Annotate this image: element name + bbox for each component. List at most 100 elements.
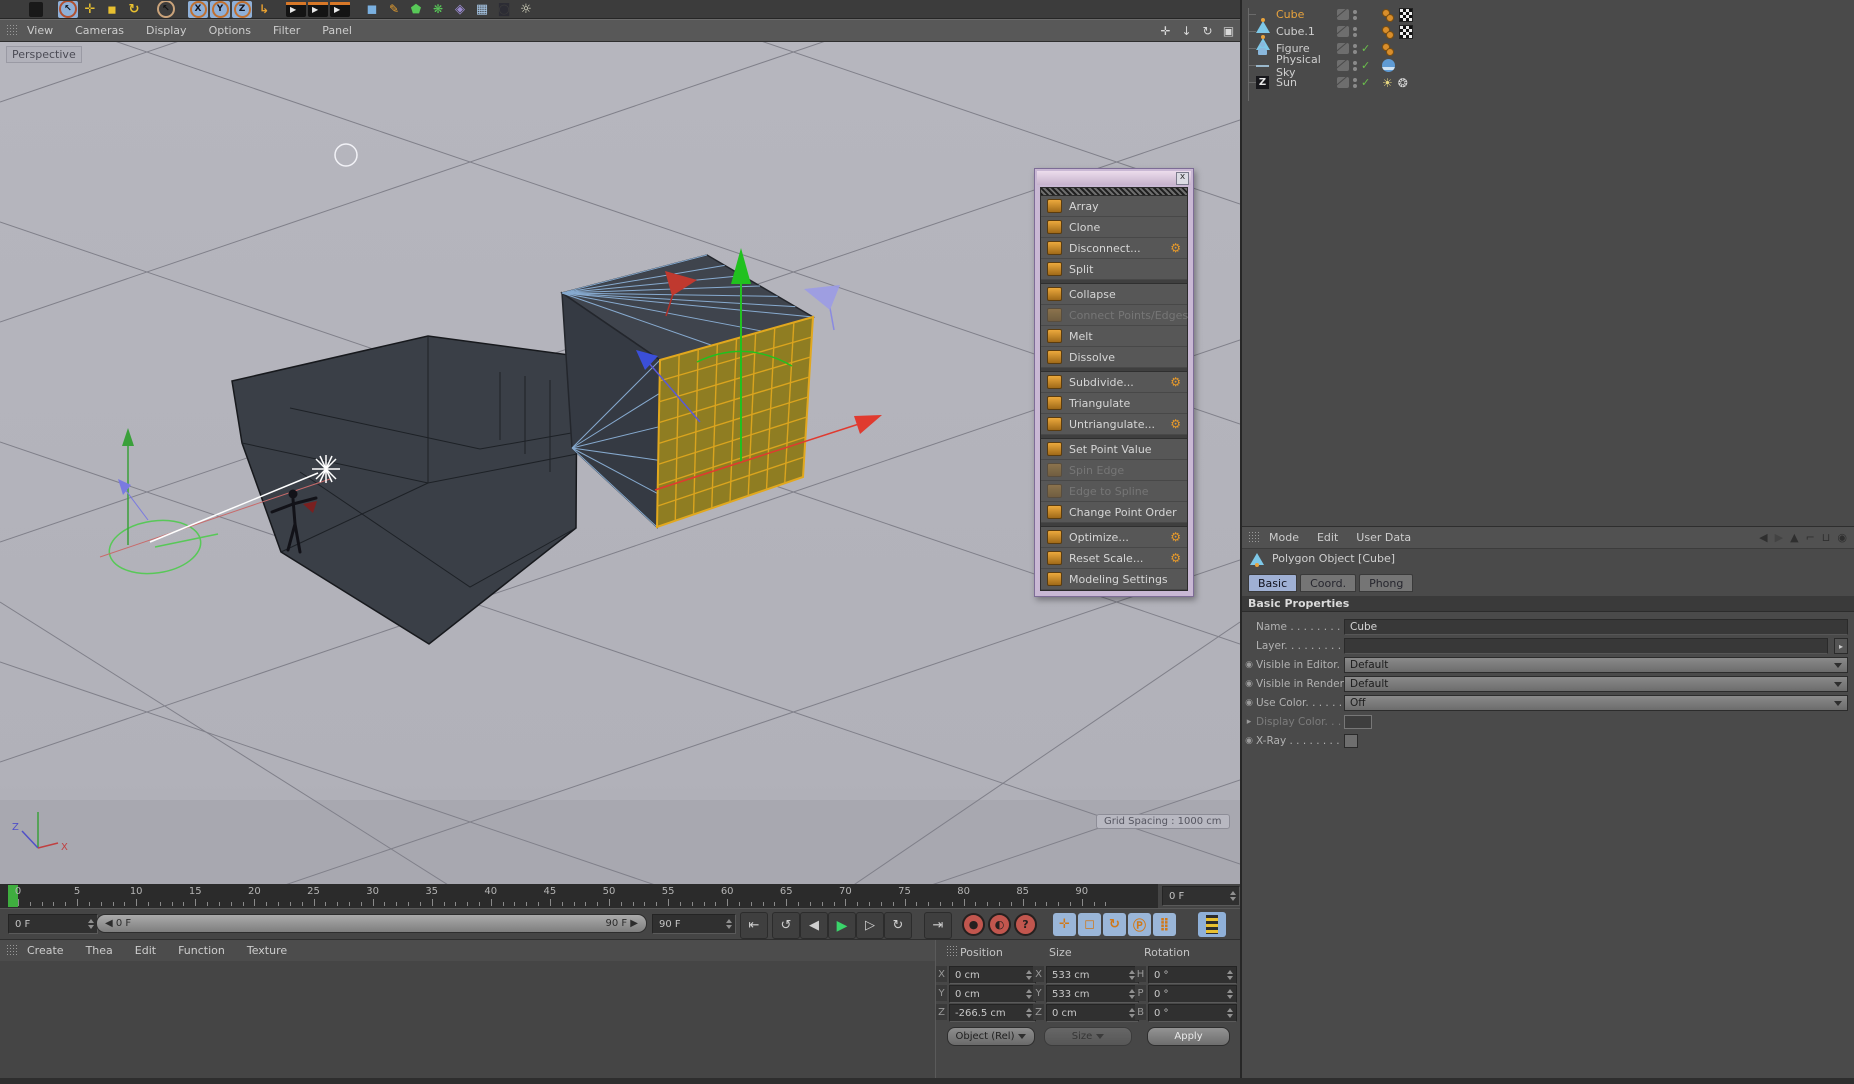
layer-browse-icon[interactable]: ▸ bbox=[1834, 638, 1848, 654]
menu-item-array[interactable]: Array bbox=[1041, 196, 1187, 217]
layer-toggle-icon[interactable] bbox=[1337, 77, 1349, 88]
menu-edit[interactable]: Edit bbox=[135, 944, 156, 957]
previous-key-button[interactable]: ↺ bbox=[772, 912, 800, 939]
keyframe-selection-button[interactable]: ? bbox=[1014, 913, 1037, 936]
options-gear-icon[interactable]: ⚙ bbox=[1170, 417, 1181, 431]
lock-x-axis-icon[interactable]: X bbox=[188, 0, 208, 18]
add-cube-primitive-icon[interactable] bbox=[362, 0, 382, 18]
drag-handle-icon[interactable] bbox=[946, 945, 959, 958]
texture-tag-icon[interactable] bbox=[1399, 7, 1413, 22]
autokey-button[interactable]: ◐ bbox=[988, 913, 1011, 936]
track-icon[interactable]: ◉ bbox=[1837, 531, 1847, 544]
layer-toggle-icon[interactable] bbox=[1337, 43, 1349, 54]
selection-tag-icon[interactable] bbox=[1382, 25, 1394, 39]
object-row-cube[interactable]: Cube bbox=[1242, 6, 1854, 33]
menu-item-modeling-settings[interactable]: Modeling Settings bbox=[1041, 569, 1187, 590]
rotation-p-field[interactable]: 0 ° bbox=[1148, 985, 1237, 1003]
pan-view-icon[interactable]: ✛ bbox=[1156, 22, 1175, 39]
selection-tag-icon[interactable] bbox=[1382, 8, 1394, 22]
enabled-check-icon[interactable]: ✓ bbox=[1361, 42, 1370, 55]
apply-button[interactable]: Apply bbox=[1147, 1027, 1230, 1046]
menu-panel[interactable]: Panel bbox=[322, 24, 352, 37]
size-z-field[interactable]: 0 cm bbox=[1046, 1004, 1139, 1022]
figure-axis-gizmo[interactable] bbox=[106, 428, 219, 579]
timeline-range-slider[interactable]: ◀ 0 F 90 F ▶ bbox=[96, 914, 647, 933]
visibility-dots-icon[interactable] bbox=[1353, 60, 1357, 71]
spinner-icon[interactable] bbox=[87, 919, 95, 929]
visibility-dots-icon[interactable] bbox=[1353, 9, 1357, 20]
sun-target-tag-icon[interactable]: ❂ bbox=[1398, 76, 1408, 90]
tab-basic[interactable]: Basic bbox=[1248, 574, 1298, 592]
object-row-physical-sky[interactable]: Physical Sky ✓ bbox=[1242, 53, 1854, 79]
enabled-check-icon[interactable]: ✓ bbox=[1361, 76, 1370, 89]
spinner-icon[interactable] bbox=[1025, 1008, 1033, 1018]
menu-item-untriangulate[interactable]: Untriangulate... ⚙ bbox=[1041, 414, 1187, 435]
section-basic-properties[interactable]: Basic Properties bbox=[1242, 596, 1854, 612]
rotate-tool-icon[interactable] bbox=[124, 0, 144, 18]
menu-item-subdivide[interactable]: Subdivide... ⚙ bbox=[1041, 372, 1187, 393]
live-selection-tool-icon[interactable] bbox=[58, 0, 78, 18]
rotation-h-field[interactable]: 0 ° bbox=[1148, 966, 1237, 984]
options-gear-icon[interactable]: ⚙ bbox=[1170, 241, 1181, 255]
menu-item-split[interactable]: Split bbox=[1041, 259, 1187, 280]
menu-item-set-point-value[interactable]: Set Point Value bbox=[1041, 439, 1187, 460]
menu-view[interactable]: View bbox=[27, 24, 53, 37]
options-gear-icon[interactable]: ⚙ bbox=[1170, 551, 1181, 565]
lock-icon[interactable]: ⊔ bbox=[1822, 531, 1831, 544]
next-key-button[interactable]: ↻ bbox=[884, 912, 912, 939]
menu-item-change-point-order[interactable]: Change Point Order bbox=[1041, 502, 1187, 523]
position-x-field[interactable]: 0 cm bbox=[949, 966, 1036, 984]
goto-end-button[interactable]: ⇥ bbox=[924, 912, 952, 939]
undo-icon[interactable] bbox=[26, 0, 46, 18]
spinner-icon[interactable] bbox=[1025, 970, 1033, 980]
lock-y-axis-icon[interactable]: Y bbox=[210, 0, 230, 18]
key-rotation-button[interactable]: ↻ bbox=[1103, 913, 1126, 936]
history-back-icon[interactable]: ◀ bbox=[1759, 531, 1767, 544]
size-x-field[interactable]: 533 cm bbox=[1046, 966, 1139, 984]
zoom-view-icon[interactable]: ↓ bbox=[1177, 22, 1196, 39]
menu-function[interactable]: Function bbox=[178, 944, 225, 957]
menu-user-data[interactable]: User Data bbox=[1356, 531, 1411, 544]
timeline-window-icon[interactable] bbox=[1198, 912, 1226, 937]
visibility-dots-icon[interactable] bbox=[1353, 77, 1357, 88]
menu-display[interactable]: Display bbox=[146, 24, 187, 37]
render-picture-viewer-icon[interactable] bbox=[308, 0, 328, 18]
floor-environment-icon[interactable] bbox=[472, 0, 492, 18]
frame-field[interactable]: 0 F bbox=[1162, 886, 1240, 906]
tear-off-handle-icon[interactable] bbox=[1040, 187, 1188, 195]
menu-filter[interactable]: Filter bbox=[273, 24, 300, 37]
current-frame-field[interactable]: 0 F bbox=[8, 914, 98, 934]
size-y-field[interactable]: 533 cm bbox=[1046, 985, 1139, 1003]
play-button[interactable]: ▶ bbox=[828, 912, 856, 939]
key-pla-button[interactable]: ⣿ bbox=[1153, 913, 1176, 936]
sky-tag-icon[interactable] bbox=[1382, 59, 1395, 72]
spinner-icon[interactable] bbox=[1226, 970, 1234, 980]
lock-z-axis-icon[interactable]: Z bbox=[232, 0, 252, 18]
anim-dot-icon[interactable]: ◉ bbox=[1242, 736, 1256, 746]
spinner-icon[interactable] bbox=[1229, 891, 1237, 901]
pick-object-icon[interactable]: ▲ bbox=[1790, 531, 1798, 544]
object-row-sun[interactable]: Z Sun ✓ ☀ ❂ bbox=[1242, 74, 1854, 91]
key-parameter-button[interactable]: Ⓟ bbox=[1128, 913, 1151, 936]
name-input[interactable]: Cube bbox=[1344, 619, 1848, 635]
spinner-icon[interactable] bbox=[1226, 1008, 1234, 1018]
menu-create[interactable]: Create bbox=[27, 944, 64, 957]
spline-pen-icon[interactable] bbox=[384, 0, 404, 18]
options-gear-icon[interactable]: ⚙ bbox=[1170, 375, 1181, 389]
drag-handle-icon[interactable] bbox=[1248, 531, 1261, 544]
context-menu-titlebar[interactable]: x bbox=[1037, 171, 1191, 185]
scale-tool-icon[interactable] bbox=[102, 0, 122, 18]
spinner-icon[interactable] bbox=[1025, 989, 1033, 999]
menu-item-reset-scale[interactable]: Reset Scale... ⚙ bbox=[1041, 548, 1187, 569]
menu-item-dissolve[interactable]: Dissolve bbox=[1041, 347, 1187, 368]
render-view-icon[interactable] bbox=[286, 0, 306, 18]
visible-renderer-dropdown[interactable]: Default bbox=[1344, 676, 1848, 692]
menu-item-collapse[interactable]: Collapse bbox=[1041, 284, 1187, 305]
object-row-cube1[interactable]: Cube.1 bbox=[1242, 23, 1854, 50]
menu-thea[interactable]: Thea bbox=[86, 944, 113, 957]
array-generator-icon[interactable] bbox=[428, 0, 448, 18]
render-settings-icon[interactable] bbox=[330, 0, 350, 18]
menu-cameras[interactable]: Cameras bbox=[75, 24, 124, 37]
size-mode-dropdown[interactable]: Size bbox=[1044, 1027, 1132, 1046]
position-y-field[interactable]: 0 cm bbox=[949, 985, 1036, 1003]
